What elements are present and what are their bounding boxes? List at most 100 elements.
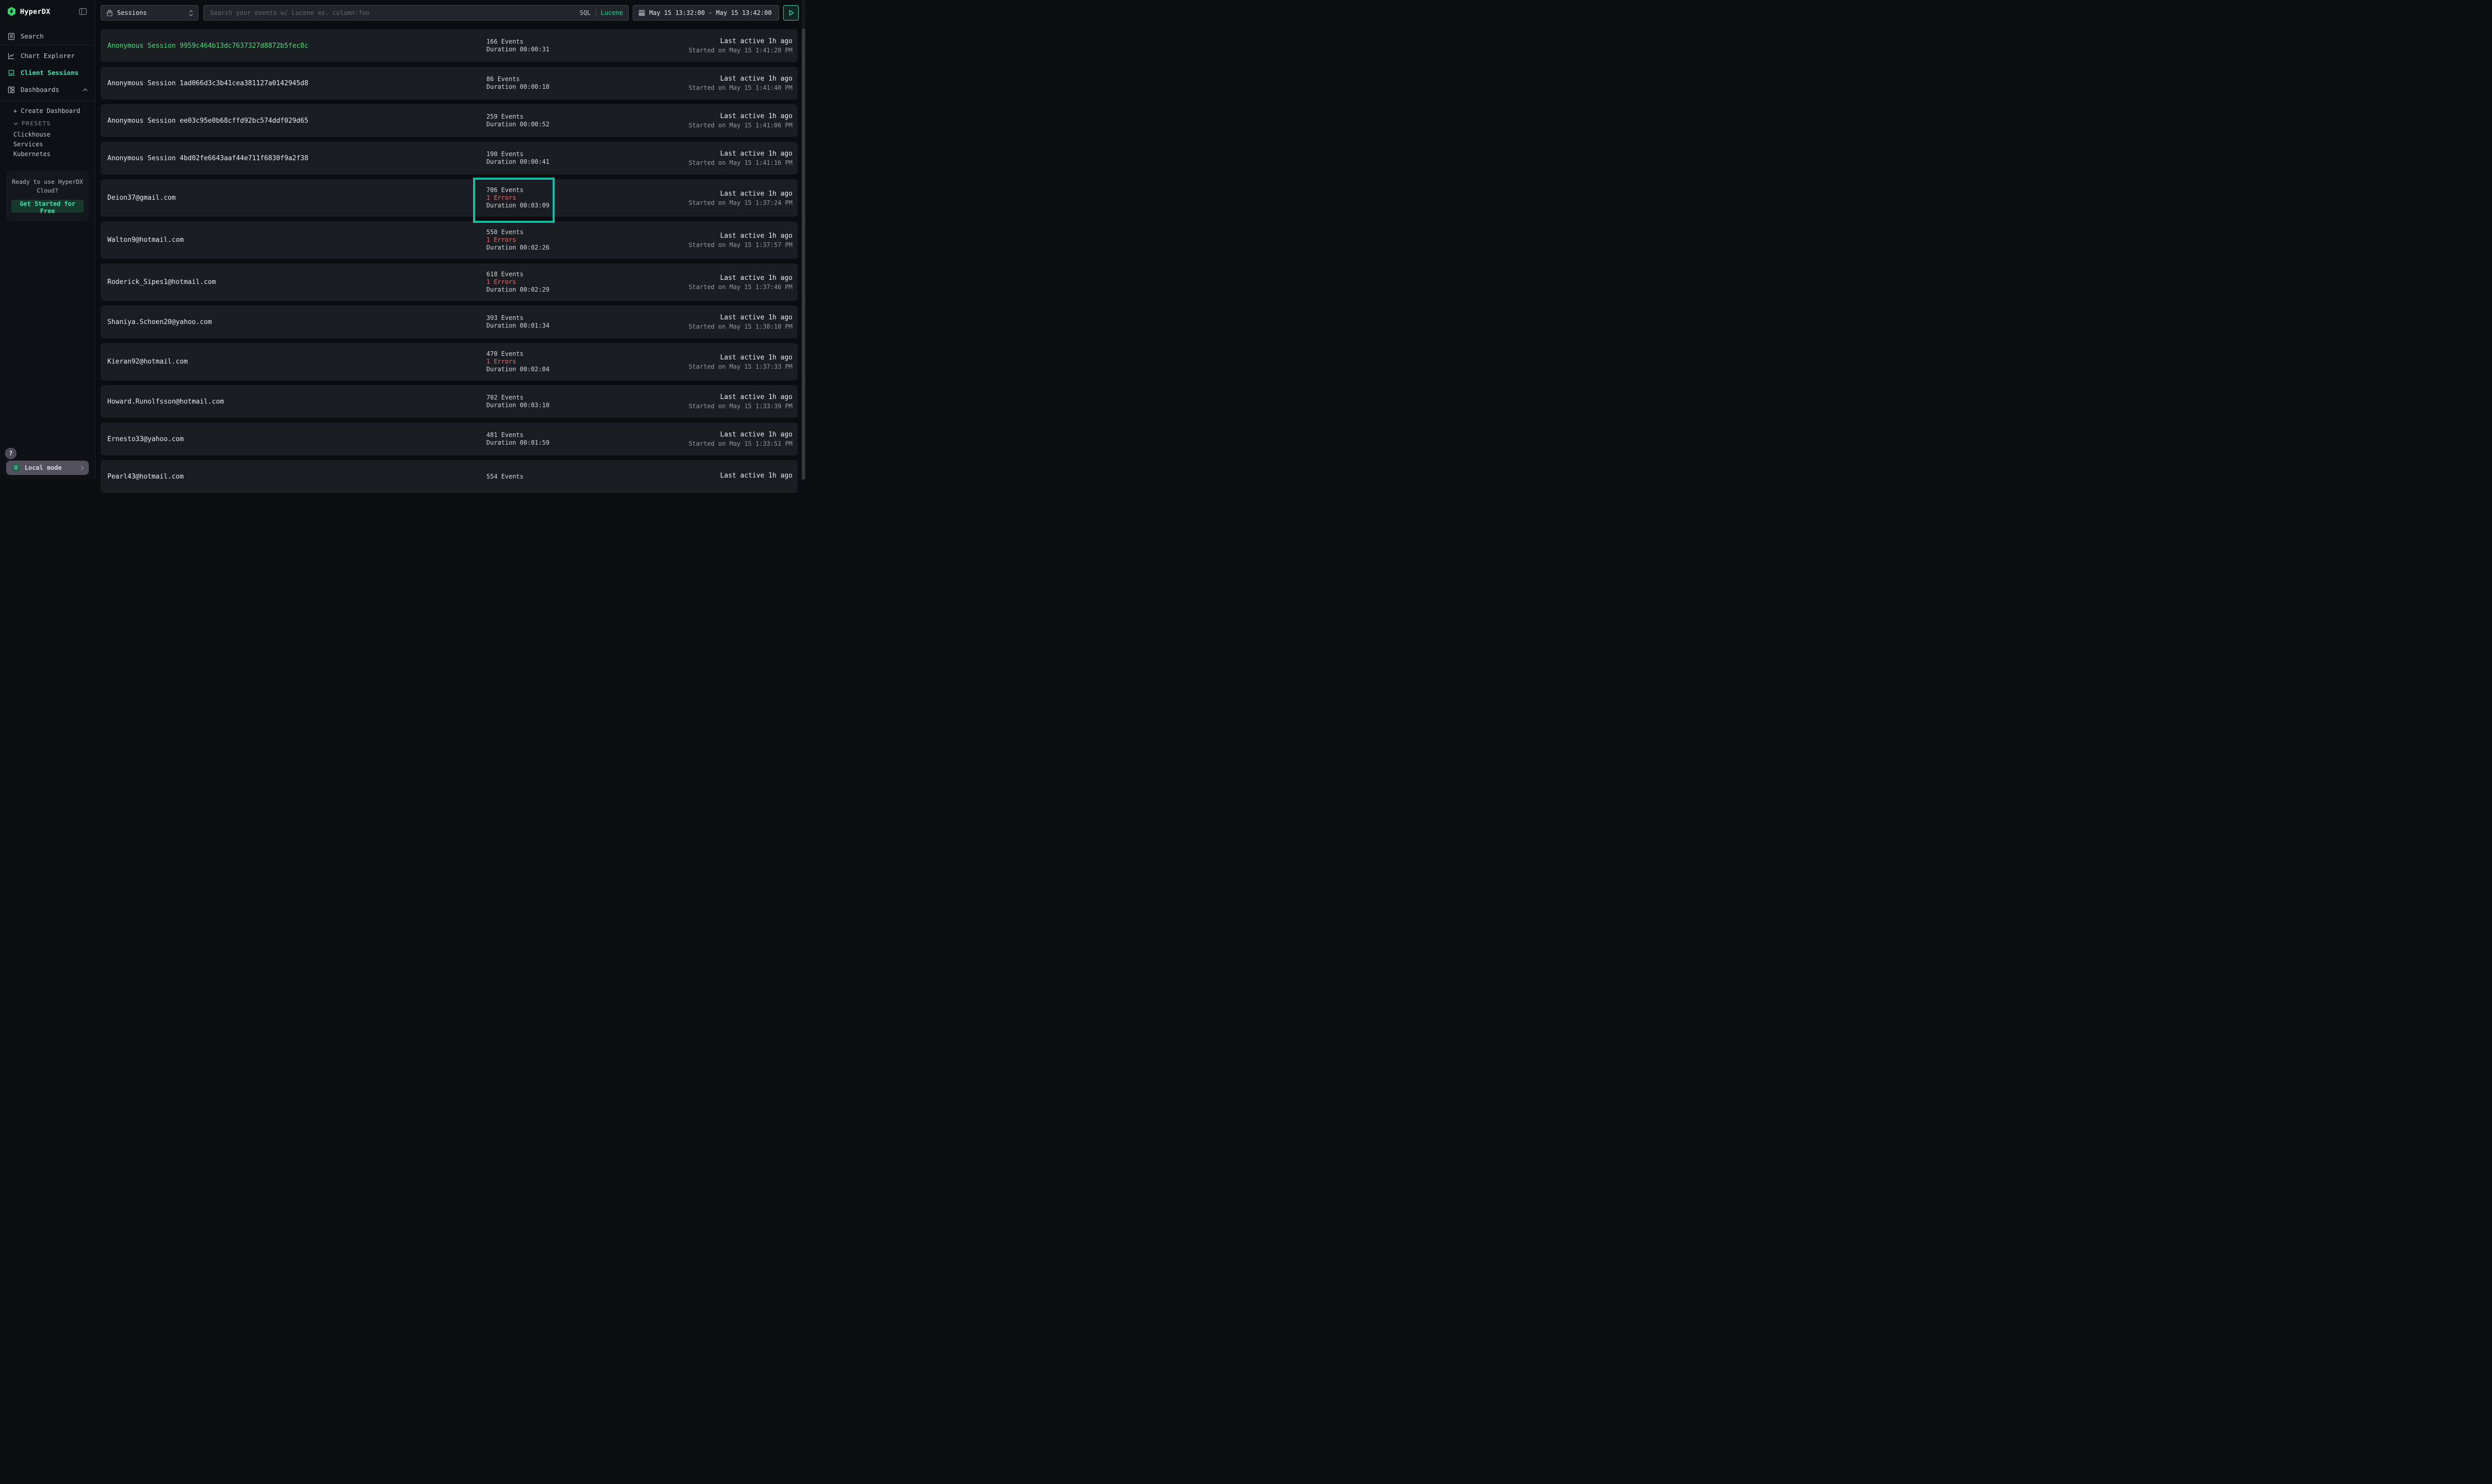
session-row[interactable]: Anonymous Session 4bd02fe6643aaf44e711f6… xyxy=(101,142,798,175)
session-last-active: Last active 1h ago xyxy=(620,37,792,45)
session-events: 259 Events xyxy=(486,113,620,121)
run-query-button[interactable] xyxy=(783,5,799,21)
session-started: Started on May 15 1:37:46 PM xyxy=(620,283,792,291)
user-avatar: U xyxy=(11,463,21,472)
session-list: Anonymous Session 9959c464b13dc7637327d8… xyxy=(101,29,798,493)
preset-item-services[interactable]: Services xyxy=(0,139,95,149)
session-events: 706 Events xyxy=(486,186,620,194)
session-name: Shaniya.Schoen20@yahoo.com xyxy=(107,318,486,326)
laptop-icon xyxy=(7,69,15,76)
session-name: Anonymous Session 4bd02fe6643aaf44e711f6… xyxy=(107,155,486,162)
session-duration: Duration 00:02:29 xyxy=(486,286,620,294)
session-duration: Duration 00:00:31 xyxy=(486,46,620,53)
session-stats: 554 Events xyxy=(486,473,620,481)
session-meta: Last active 1h ago Started on May 15 1:3… xyxy=(620,393,792,410)
session-started: Started on May 15 1:37:24 PM xyxy=(620,199,792,206)
session-meta: Last active 1h ago Started on May 15 1:3… xyxy=(620,232,792,249)
search-input[interactable] xyxy=(209,9,576,17)
collapse-panel-icon xyxy=(79,8,87,15)
session-events: 393 Events xyxy=(486,314,620,322)
scrollbar xyxy=(802,0,805,480)
collapse-sidebar-button[interactable] xyxy=(78,7,88,16)
source-select[interactable]: Sessions xyxy=(101,5,198,21)
session-name: Roderick_Sipes1@hotmail.com xyxy=(107,278,486,286)
session-meta: Last active 1h ago Started on May 15 1:3… xyxy=(620,274,792,291)
session-meta: Last active 1h ago Started on May 15 1:3… xyxy=(620,354,792,370)
session-events: 554 Events xyxy=(486,473,620,481)
session-name: Ernesto33@yahoo.com xyxy=(107,435,486,443)
session-row[interactable]: Anonymous Session ee03c95e0b68cffd92bc57… xyxy=(101,104,798,137)
calendar-icon xyxy=(638,9,645,16)
session-row[interactable]: Pearl43@hotmail.com 554 Events Last acti… xyxy=(101,460,798,493)
session-stats: 550 Events 1 Errors Duration 00:02:26 xyxy=(486,229,620,252)
create-dashboard-button[interactable]: + Create Dashboard xyxy=(0,104,95,118)
main-content: Sessions SQL | Lucene May 15 13:32:00 - … xyxy=(96,0,805,480)
session-last-active: Last active 1h ago xyxy=(620,190,792,198)
session-duration: Duration 00:02:04 xyxy=(486,366,620,373)
hyperdx-logo-icon xyxy=(7,7,16,16)
session-last-active: Last active 1h ago xyxy=(620,150,792,158)
session-stats: 702 Events Duration 00:03:10 xyxy=(486,394,620,409)
session-row[interactable]: Deion37@gmail.com 706 Events 1 Errors Du… xyxy=(101,179,798,217)
session-events: 190 Events xyxy=(486,150,620,158)
session-events: 618 Events xyxy=(486,271,620,278)
session-errors: 1 Errors xyxy=(486,278,620,286)
session-errors: 1 Errors xyxy=(486,236,620,244)
session-name: Anonymous Session 1ad066d3c3b41cea381127… xyxy=(107,80,486,87)
session-started: Started on May 15 1:37:57 PM xyxy=(620,241,792,249)
session-name: Anonymous Session 9959c464b13dc7637327d8… xyxy=(107,42,486,50)
session-row[interactable]: Shaniya.Schoen20@yahoo.com 393 Events Du… xyxy=(101,306,798,338)
session-last-active: Last active 1h ago xyxy=(620,393,792,401)
session-meta: Last active 1h ago Started on May 15 1:4… xyxy=(620,37,792,54)
session-duration: Duration 00:00:41 xyxy=(486,158,620,166)
session-row[interactable]: Anonymous Session 1ad066d3c3b41cea381127… xyxy=(101,67,798,100)
session-meta: Last active 1h ago xyxy=(620,472,792,481)
select-updown-icon xyxy=(189,10,193,16)
sql-toggle[interactable]: SQL xyxy=(580,9,591,16)
preset-item-kubernetes[interactable]: Kubernetes xyxy=(0,149,95,159)
session-events: 702 Events xyxy=(486,394,620,402)
logo-row: HyperDX xyxy=(0,0,95,20)
local-mode-pill[interactable]: U Local mode xyxy=(6,461,89,475)
chevron-up-icon[interactable] xyxy=(83,88,88,91)
session-stats: 393 Events Duration 00:01:34 xyxy=(486,314,620,330)
session-row[interactable]: Walton9@hotmail.com 550 Events 1 Errors … xyxy=(101,221,798,259)
session-row[interactable]: Kieran92@hotmail.com 470 Events 1 Errors… xyxy=(101,343,798,380)
session-started: Started on May 15 1:33:51 PM xyxy=(620,440,792,447)
session-started: Started on May 15 1:37:33 PM xyxy=(620,363,792,370)
session-meta: Last active 1h ago Started on May 15 1:4… xyxy=(620,150,792,166)
session-row[interactable]: Ernesto33@yahoo.com 481 Events Duration … xyxy=(101,423,798,455)
sidebar-item-search[interactable]: Search xyxy=(0,28,95,45)
session-duration: Duration 00:01:34 xyxy=(486,322,620,330)
scrollbar-thumb[interactable] xyxy=(802,28,805,480)
lucene-toggle[interactable]: Lucene xyxy=(601,9,623,16)
session-row[interactable]: Anonymous Session 9959c464b13dc7637327d8… xyxy=(101,29,798,62)
session-stats: 259 Events Duration 00:00:52 xyxy=(486,113,620,128)
presets-label: PRESETS xyxy=(22,121,51,127)
session-last-active: Last active 1h ago xyxy=(620,232,792,240)
session-last-active: Last active 1h ago xyxy=(620,354,792,362)
session-meta: Last active 1h ago Started on May 15 1:3… xyxy=(620,431,792,447)
sidebar-item-dashboards[interactable]: Dashboards xyxy=(0,81,95,98)
session-row[interactable]: Roderick_Sipes1@hotmail.com 618 Events 1… xyxy=(101,263,798,301)
session-last-active: Last active 1h ago xyxy=(620,75,792,83)
session-name: Howard.Runolfsson@hotmail.com xyxy=(107,398,486,406)
session-last-active: Last active 1h ago xyxy=(620,112,792,120)
presets-toggle[interactable]: PRESETS xyxy=(0,118,95,129)
session-row[interactable]: Howard.Runolfsson@hotmail.com 702 Events… xyxy=(101,385,798,418)
session-name: Pearl43@hotmail.com xyxy=(107,473,486,481)
session-stats: 470 Events 1 Errors Duration 00:02:04 xyxy=(486,350,620,373)
session-events: 470 Events xyxy=(486,350,620,358)
date-range-picker[interactable]: May 15 13:32:00 - May 15 13:42:00 xyxy=(633,5,779,21)
sidebar-item-chart-explorer[interactable]: Chart Explorer xyxy=(0,47,95,64)
session-duration: Duration 00:03:09 xyxy=(486,202,620,210)
preset-item-clickhouse[interactable]: Clickhouse xyxy=(0,129,95,139)
session-name: Anonymous Session ee03c95e0b68cffd92bc57… xyxy=(107,117,486,125)
get-started-button[interactable]: Get Started for Free xyxy=(11,200,84,213)
session-name: Kieran92@hotmail.com xyxy=(107,358,486,366)
sidebar: HyperDX Search Chart Explorer xyxy=(0,0,96,480)
session-errors: 1 Errors xyxy=(486,358,620,366)
search-bar[interactable]: SQL | Lucene xyxy=(203,5,629,21)
sidebar-item-client-sessions[interactable]: Client Sessions xyxy=(0,64,95,81)
help-button[interactable]: ? xyxy=(5,448,16,459)
